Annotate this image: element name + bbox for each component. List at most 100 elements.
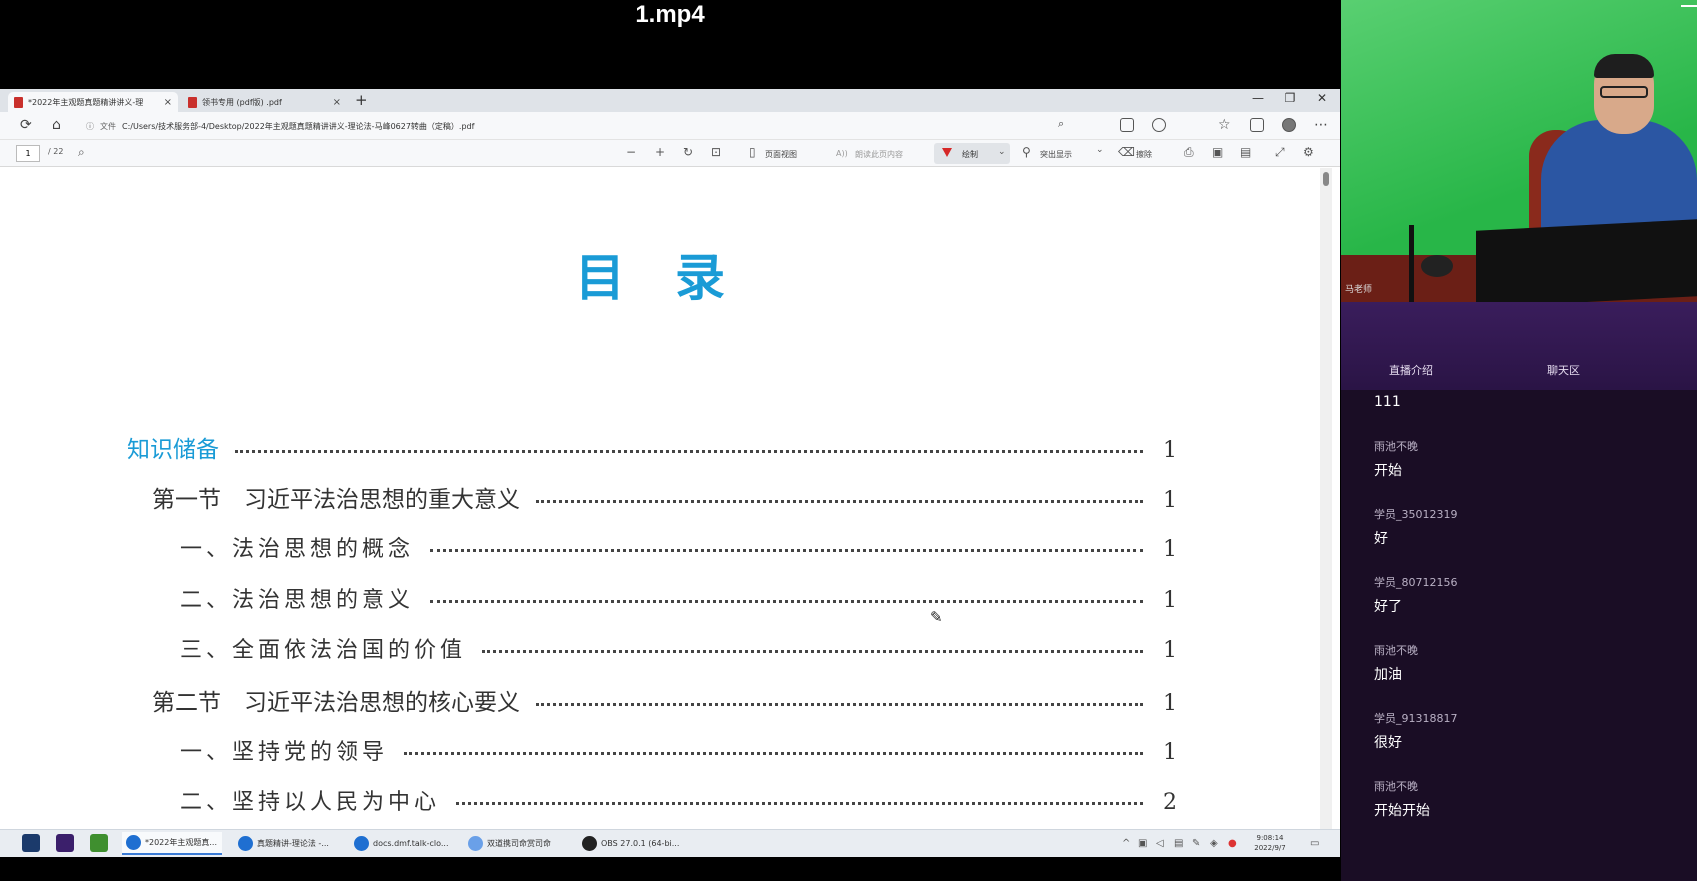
pen-cursor-icon: ✎ (930, 608, 943, 626)
chevron-down-icon[interactable]: ⌄ (998, 147, 1006, 157)
profile-avatar[interactable] (1282, 118, 1296, 132)
page-scrollbar[interactable] (1320, 168, 1332, 830)
tab-label: 领书专用 (pdf版) .pdf (202, 97, 282, 107)
toc-page-number: 1 (1163, 488, 1177, 513)
tab-pdf-2[interactable]: 领书专用 (pdf版) .pdf × (182, 92, 347, 112)
settings-icon[interactable]: ⚙ (1303, 145, 1314, 159)
save-icon[interactable]: ▣ (1212, 145, 1223, 159)
tray-icon[interactable]: ▣ (1138, 838, 1147, 849)
presenter-body (1541, 120, 1697, 230)
toc-entry[interactable]: 一、坚持党的领导 1 (180, 734, 1177, 766)
maximize-button[interactable]: ❐ (1275, 91, 1305, 105)
address-bar-row: ⟳ ⌂ ⓘ 文件 C:/Users/技术服务部-4/Desktop/2022年主… (0, 112, 1340, 140)
photoshop-icon[interactable] (22, 834, 40, 852)
search-icon[interactable]: ⌕ (78, 145, 85, 160)
info-icon: ⓘ (86, 121, 94, 131)
taskbar-item[interactable]: OBS 27.0.1 (64-bi... (578, 832, 682, 855)
close-window-button[interactable]: ✕ (1307, 91, 1337, 105)
taskbar-item[interactable]: *2022年主观题真... (122, 832, 222, 855)
chevron-down-icon[interactable]: ⌄ (1096, 145, 1104, 155)
minimize-button[interactable]: — (1243, 91, 1273, 105)
read-aloud-button[interactable]: 朗读此页内容 (855, 149, 903, 160)
toc-entry[interactable]: 一、法治思想的概念 1 (180, 531, 1177, 563)
url-text: C:/Users/技术服务部-4/Desktop/2022年主观题真题精讲讲义-… (122, 121, 475, 131)
taskbar-item[interactable]: 双道携司命赏司命 (464, 832, 568, 855)
taskbar-item[interactable]: 真题精讲-理论法 -... (234, 832, 340, 855)
address-bar[interactable]: ⓘ 文件 C:/Users/技术服务部-4/Desktop/2022年主观题真题… (86, 116, 1086, 136)
toc-leader (482, 650, 1143, 653)
taskbar: *2022年主观题真... 真题精讲-理论法 -... docs.dmf.tal… (0, 829, 1340, 857)
save-as-icon[interactable]: ▤ (1240, 145, 1251, 159)
toc-leader (430, 600, 1143, 603)
home-icon[interactable]: ⌂ (52, 117, 61, 133)
page-view-button[interactable]: 页面视图 (765, 149, 797, 160)
toc-entry[interactable]: 知识储备 1 (127, 430, 1177, 464)
presenter-glasses (1600, 86, 1648, 98)
network-icon[interactable]: ▤ (1174, 838, 1183, 849)
scrollbar-thumb[interactable] (1323, 172, 1329, 186)
page-view-icon[interactable]: ▯ (749, 145, 756, 159)
zoom-icon[interactable]: ⌕ (1058, 117, 1064, 131)
toc-entry[interactable]: 三、全面依法治国的价值 1 (180, 632, 1177, 664)
print-icon[interactable]: ⎙ (1184, 145, 1194, 160)
security-icon[interactable]: ● (1228, 838, 1237, 849)
chat-user: 学员_80712156 (1374, 576, 1458, 589)
page-title: 目录 (575, 248, 775, 307)
tab-chat[interactable]: 聊天区 (1547, 362, 1580, 378)
draw-button[interactable]: 绘制 ⌄ (934, 143, 1010, 164)
volume-icon[interactable]: ◁ (1156, 838, 1164, 849)
extension-icon[interactable] (1152, 118, 1166, 132)
chat-message: 好 (1374, 531, 1388, 547)
tab-pdf-active[interactable]: *2022年主观题真题精讲讲义-理 × (8, 92, 178, 112)
page-number-input[interactable]: 1 (16, 145, 40, 162)
toc-page-number: 1 (1163, 438, 1177, 463)
taskbar-item[interactable]: docs.dmf.talk-clo... (350, 832, 454, 855)
pdf-toolbar: 1 / 22 ⌕ − + ↻ ⊡ ▯ 页面视图 A)) 朗读此页内容 绘制 ⌄ … (0, 140, 1340, 167)
pdf-icon (14, 96, 23, 108)
toc-leader (404, 752, 1143, 755)
ime-icon[interactable]: ◈ (1210, 838, 1218, 849)
toc-page-number: 1 (1163, 740, 1177, 765)
media-player-icon[interactable] (90, 834, 108, 852)
rotate-icon[interactable]: ↻ (683, 145, 693, 159)
toc-leader (235, 450, 1143, 453)
tab-live-intro[interactable]: 直播介绍 (1389, 362, 1433, 378)
toc-text: 第二节 习近平法治思想的核心要义 (152, 690, 520, 716)
erase-button[interactable]: 擦除 (1136, 149, 1152, 160)
browser-window: *2022年主观题真题精讲讲义-理 × 领书专用 (pdf版) .pdf × +… (0, 89, 1340, 857)
close-icon[interactable]: × (164, 97, 172, 108)
url-prefix: 文件 (100, 121, 116, 131)
pen-tray-icon[interactable]: ✎ (1192, 838, 1200, 849)
clock-time: 9:08:14 (1256, 834, 1284, 842)
zoom-in-icon[interactable]: + (655, 145, 665, 159)
clock-date: 2022/9/7 (1254, 844, 1286, 852)
toc-entry[interactable]: 第一节 习近平法治思想的重大意义 1 (152, 480, 1177, 514)
chat-message: 111 (1374, 394, 1401, 410)
highlight-button[interactable]: 突出显示 (1040, 149, 1072, 160)
premiere-icon[interactable] (56, 834, 74, 852)
toc-leader (430, 549, 1143, 552)
fit-page-icon[interactable]: ⊡ (711, 145, 721, 159)
close-icon[interactable]: × (333, 97, 341, 108)
toc-leader (456, 802, 1143, 805)
refresh-icon[interactable]: ⟳ (20, 117, 32, 133)
new-tab-button[interactable]: + (355, 91, 368, 109)
fullscreen-icon[interactable]: ⤢ (1275, 145, 1285, 160)
toc-text: 第一节 习近平法治思想的重大意义 (152, 487, 520, 513)
toc-page-number: 1 (1163, 691, 1177, 716)
menu-icon[interactable]: ⋯ (1314, 117, 1328, 133)
reader-icon[interactable] (1120, 118, 1134, 132)
clock[interactable]: 9:08:14 2022/9/7 (1250, 833, 1290, 853)
collections-icon[interactable] (1250, 118, 1264, 132)
toc-text: 二、法治思想的意义 (180, 588, 415, 613)
notification-icon[interactable]: ▭ (1310, 838, 1319, 849)
toc-entry[interactable]: 二、法治思想的意义 1 (180, 582, 1177, 614)
chat-user: 学员_91318817 (1374, 712, 1458, 725)
toc-entry[interactable]: 二、坚持以人民为中心 2 (180, 784, 1177, 816)
favorite-icon[interactable]: ☆ (1218, 117, 1231, 133)
chevron-up-icon[interactable]: ^ (1122, 838, 1130, 849)
live-tabs: 直播介绍 聊天区 (1341, 302, 1697, 390)
toc-entry[interactable]: 第二节 习近平法治思想的核心要义 1 (152, 683, 1177, 717)
zoom-out-icon[interactable]: − (626, 145, 636, 159)
presenter-hair (1594, 54, 1654, 78)
